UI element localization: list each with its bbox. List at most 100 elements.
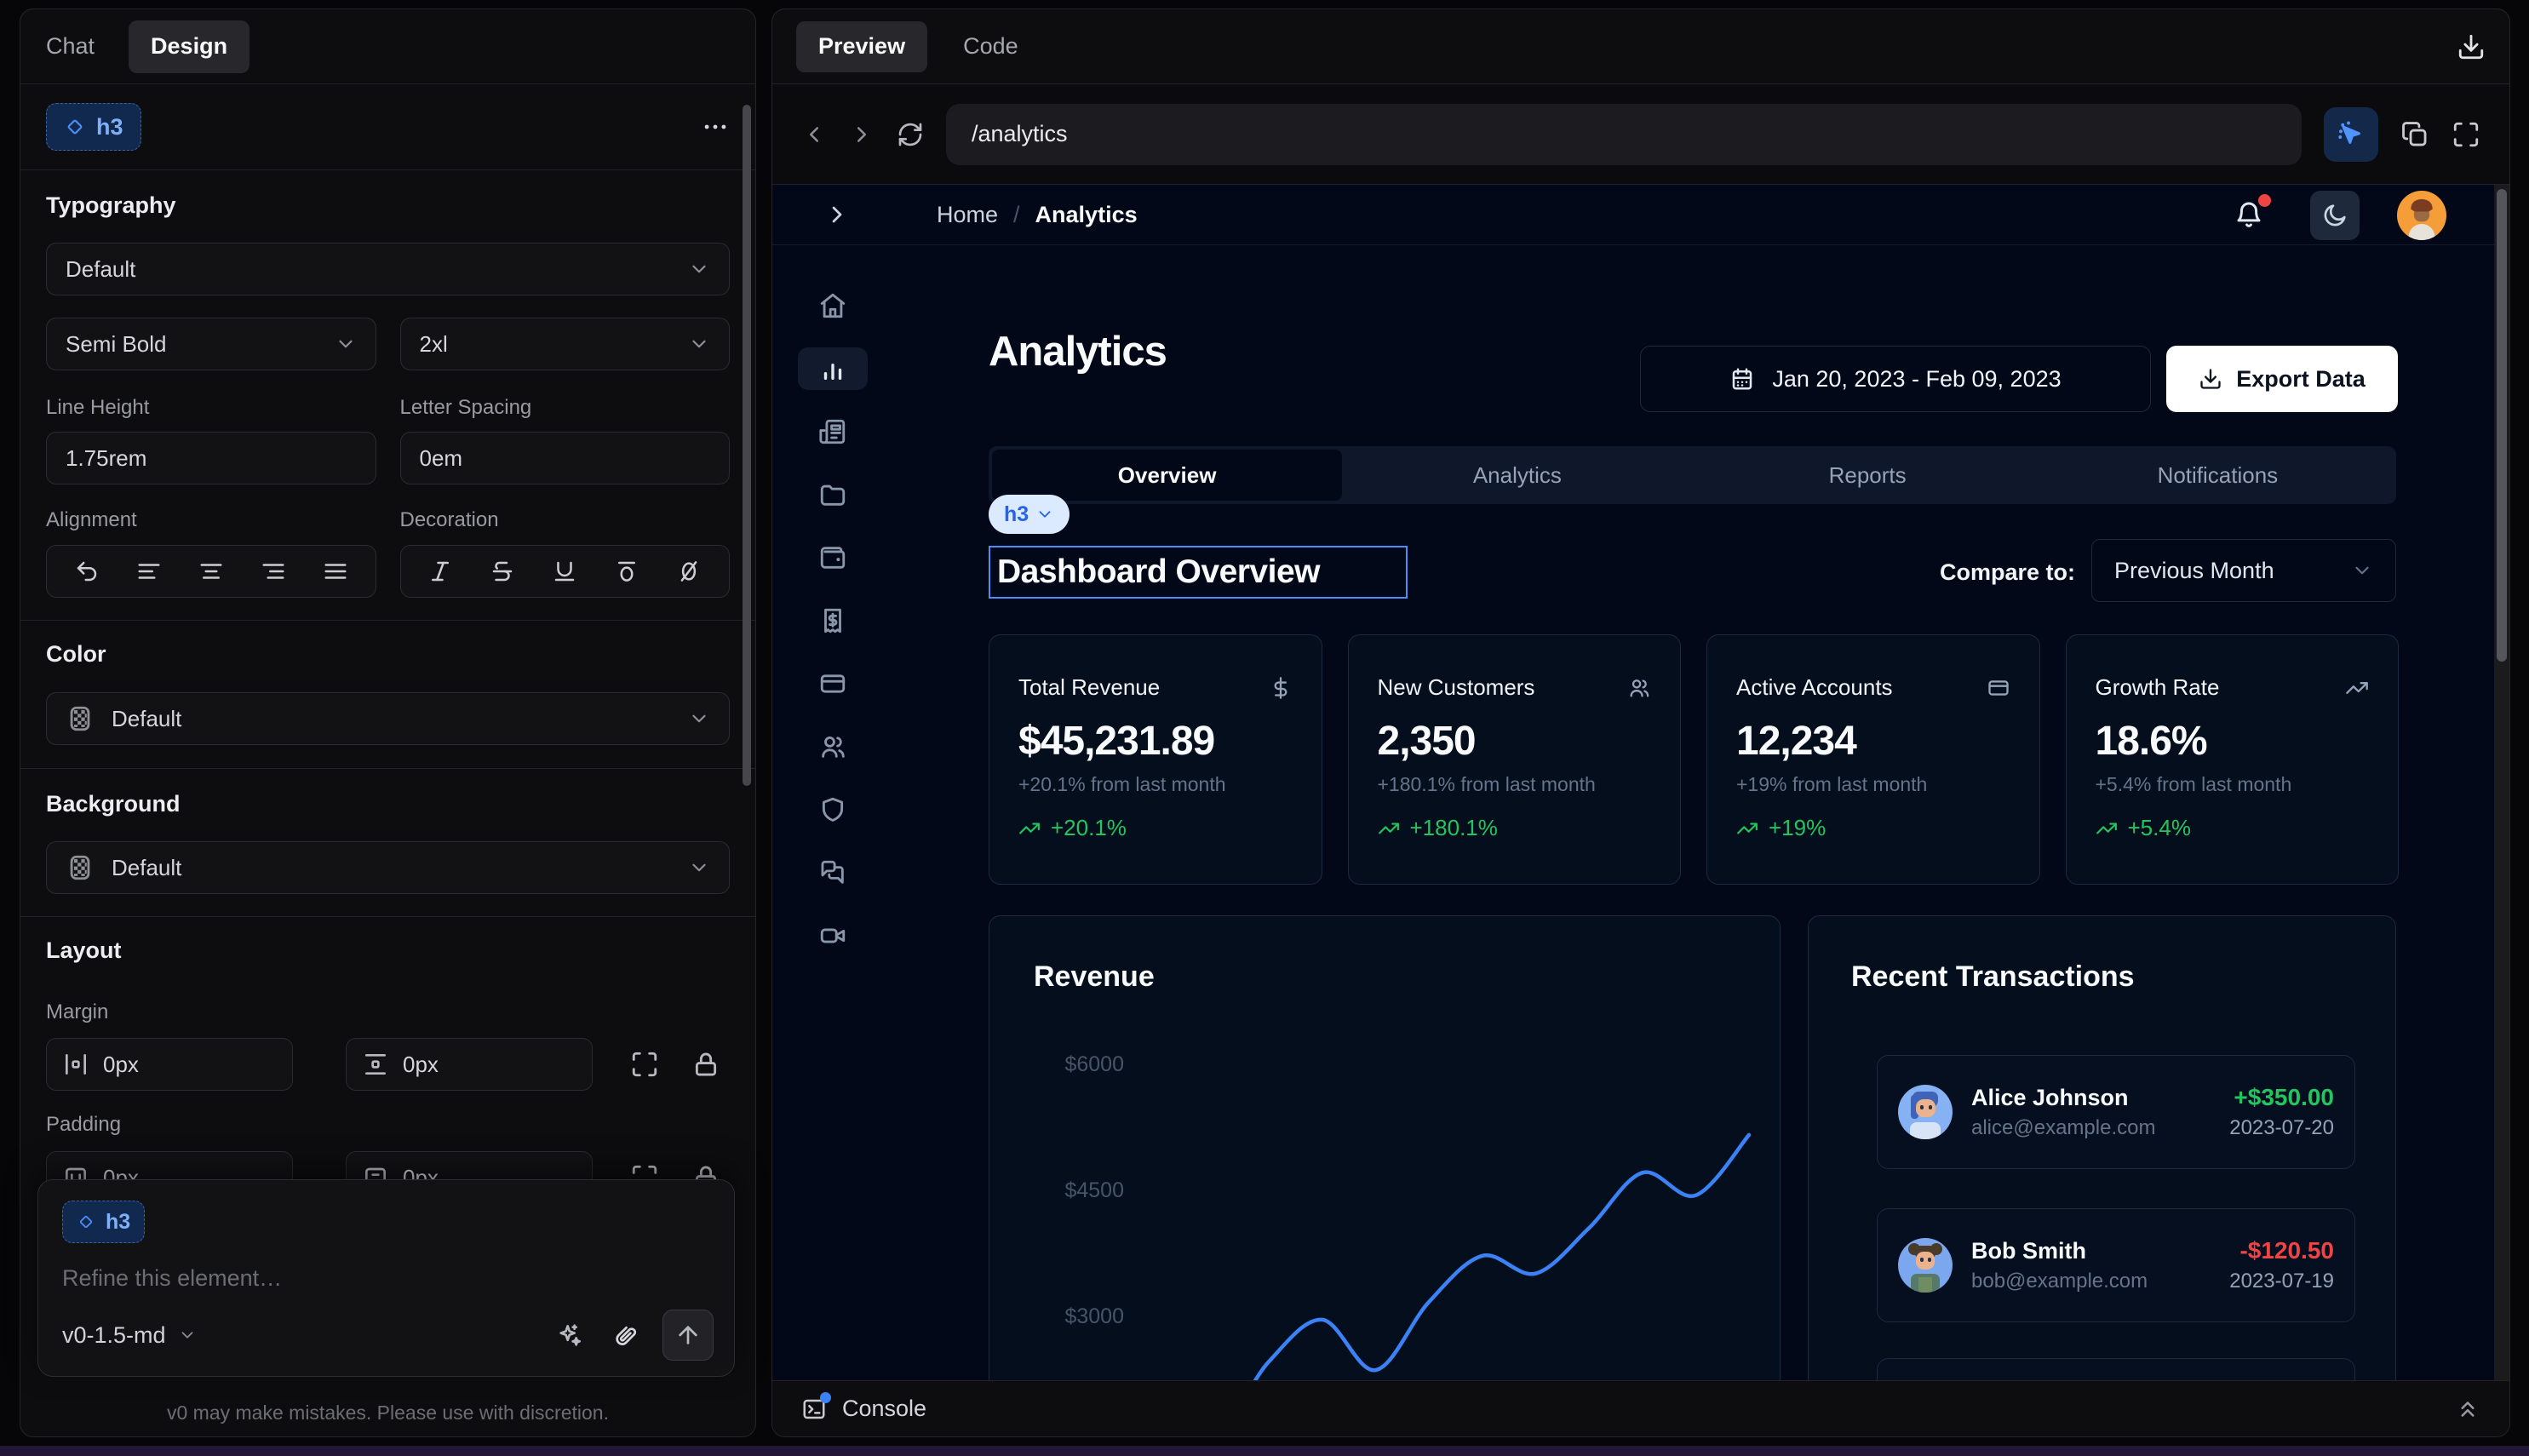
preview-scrollbar-thumb[interactable] — [2497, 189, 2507, 662]
margin-y-input[interactable]: 0px — [346, 1038, 593, 1091]
selected-tag-badge[interactable]: h3 — [989, 495, 1070, 534]
preview-scrollbar-track[interactable] — [2494, 185, 2509, 1380]
breadcrumb-home[interactable]: Home — [937, 202, 998, 228]
color-swatch-icon — [66, 704, 95, 733]
chevrons-up-icon[interactable] — [2455, 1396, 2480, 1422]
overline-icon[interactable] — [614, 559, 639, 584]
composer-input[interactable]: Refine this element… — [62, 1265, 710, 1292]
align-center-icon[interactable] — [198, 559, 224, 584]
receipt-icon — [818, 606, 847, 635]
sparkles-icon[interactable] — [555, 1321, 582, 1349]
notification-dot — [2258, 194, 2271, 207]
model-value: v0-1.5-md — [62, 1322, 166, 1349]
stat-subtext: +5.4% from last month — [2096, 773, 2370, 796]
sidebar-rail-shield[interactable] — [798, 788, 868, 831]
sidebar-rail-video[interactable] — [798, 914, 868, 957]
composer-element-label: h3 — [106, 1210, 130, 1235]
stat-delta: +20.1% — [1051, 815, 1127, 841]
send-button[interactable] — [662, 1310, 714, 1361]
chevron-down-icon — [688, 857, 710, 879]
tab-analytics[interactable]: Analytics — [1342, 450, 1692, 501]
strikethrough-icon[interactable] — [490, 559, 515, 584]
background-select[interactable]: Default — [46, 841, 730, 894]
line-height-value: 1.75rem — [66, 445, 146, 472]
inspect-mode-button[interactable] — [2324, 107, 2378, 162]
align-right-icon[interactable] — [261, 559, 286, 584]
tab-overview[interactable]: Overview — [992, 450, 1342, 501]
compare-label: Compare to: — [1820, 559, 2075, 586]
user-avatar[interactable] — [2397, 191, 2446, 240]
sidebar-rail-users[interactable] — [798, 725, 868, 768]
sidebar-rail-folder[interactable] — [798, 473, 868, 516]
sidebar-rail-newspaper[interactable] — [798, 410, 868, 453]
terminal-icon — [801, 1396, 827, 1422]
back-icon[interactable] — [801, 122, 827, 147]
font-family-select[interactable]: Default — [46, 243, 730, 295]
tab-reports[interactable]: Reports — [1693, 450, 2043, 501]
selected-element-badge[interactable]: h3 — [46, 103, 141, 151]
refresh-icon[interactable] — [897, 121, 924, 148]
fullscreen-icon[interactable] — [2452, 120, 2480, 149]
export-data-button[interactable]: Export Data — [2166, 346, 2398, 412]
line-height-input[interactable]: 1.75rem — [46, 432, 376, 484]
model-select[interactable]: v0-1.5-md — [62, 1322, 197, 1349]
diamond-icon — [77, 1212, 95, 1231]
composer-element-badge[interactable]: h3 — [62, 1201, 145, 1243]
copy-icon[interactable] — [2400, 120, 2429, 149]
stat-subtext: +20.1% from last month — [1018, 773, 1293, 796]
stat-value: $45,231.89 — [1018, 718, 1293, 765]
decoration-group — [400, 545, 731, 598]
panel-tabs: Chat Design — [20, 9, 755, 84]
sidebar-rail-credit-card[interactable] — [798, 662, 868, 705]
sidebar-rail-wallet[interactable] — [798, 536, 868, 579]
undo-icon[interactable] — [74, 559, 100, 584]
padding-label: Padding — [46, 1113, 730, 1137]
tab-preview[interactable]: Preview — [796, 21, 927, 72]
download-icon[interactable] — [2457, 32, 2486, 61]
tab-code[interactable]: Code — [963, 33, 1018, 60]
paperclip-icon[interactable] — [611, 1321, 639, 1349]
stat-title: Growth Rate — [2096, 674, 2220, 701]
align-left-icon[interactable] — [136, 559, 162, 584]
typography-section-title: Typography — [46, 192, 730, 219]
trending-up-icon — [2345, 676, 2369, 700]
date-range-button[interactable]: Jan 20, 2023 - Feb 09, 2023 — [1640, 346, 2151, 412]
expand-icon[interactable] — [630, 1050, 659, 1079]
slash-none-icon[interactable] — [676, 559, 702, 584]
stats-row: Total Revenue $45,231.89 +20.1% from las… — [989, 634, 2399, 885]
section-heading-selected[interactable]: Dashboard Overview — [989, 546, 1408, 599]
tab-chat[interactable]: Chat — [46, 33, 95, 60]
url-input[interactable]: /analytics — [946, 104, 2302, 165]
sidebar-rail-messages[interactable] — [798, 851, 868, 894]
sidebar-rail-home[interactable] — [798, 284, 868, 327]
panel-scrollbar[interactable] — [743, 105, 751, 786]
preview-panel: Preview Code /analytics Home / Analytics — [771, 9, 2510, 1437]
forward-icon[interactable] — [849, 122, 875, 147]
tab-design[interactable]: Design — [129, 20, 249, 73]
console-bar[interactable]: Console — [772, 1380, 2509, 1436]
stat-card-growth-rate: Growth Rate 18.6% +5.4% from last month … — [2066, 634, 2400, 885]
more-options-icon[interactable] — [701, 112, 730, 141]
sidebar-rail-bar-chart[interactable] — [798, 347, 868, 390]
sidebar-rail-receipt[interactable] — [798, 599, 868, 642]
bell-icon[interactable] — [2234, 199, 2264, 230]
compare-select[interactable]: Previous Month — [2091, 539, 2396, 602]
transaction-row[interactable]: Bob Smith bob@example.com -$120.50 2023-… — [1877, 1208, 2355, 1322]
margin-x-input[interactable]: 0px — [46, 1038, 293, 1091]
trending-up-icon — [1736, 817, 1758, 840]
stat-title: New Customers — [1378, 674, 1535, 701]
theme-toggle-button[interactable] — [2310, 191, 2360, 240]
transaction-row[interactable]: Alice Johnson alice@example.com +$350.00… — [1877, 1055, 2355, 1169]
letter-spacing-input[interactable]: 0em — [400, 432, 731, 484]
font-size-select[interactable]: 2xl — [400, 318, 731, 370]
tab-notifications[interactable]: Notifications — [2043, 450, 2393, 501]
selected-element-label: h3 — [96, 114, 123, 140]
sidebar-toggle-icon[interactable] — [823, 201, 851, 228]
align-justify-icon[interactable] — [323, 559, 348, 584]
font-weight-select[interactable]: Semi Bold — [46, 318, 376, 370]
lock-icon[interactable] — [691, 1050, 720, 1079]
color-select[interactable]: Default — [46, 692, 730, 745]
revenue-chart-svg: $6000$4500$3000 — [989, 916, 1781, 1380]
underline-icon[interactable] — [552, 559, 577, 584]
italic-icon[interactable] — [427, 559, 453, 584]
